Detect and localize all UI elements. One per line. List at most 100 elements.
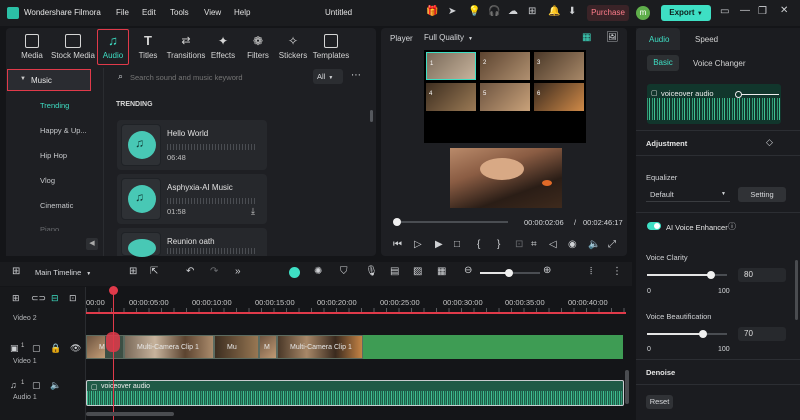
track-card[interactable]: ♫ Asphyxia-AI Music 01:58 ⤓ bbox=[117, 174, 267, 224]
export-button[interactable]: Export ▼ bbox=[661, 5, 711, 21]
search-input[interactable] bbox=[130, 70, 306, 84]
subtab-voice-changer[interactable]: Voice Changer bbox=[693, 59, 745, 68]
subcategory-vlog[interactable]: Vlog bbox=[40, 176, 55, 185]
bell-icon[interactable]: 🔔 bbox=[548, 6, 560, 17]
subtitle-icon[interactable]: ▤ bbox=[390, 266, 399, 277]
voice-beautification-knob[interactable] bbox=[699, 330, 707, 338]
menu-tools[interactable]: Tools bbox=[170, 8, 189, 17]
mark-out-icon[interactable]: } bbox=[497, 239, 500, 250]
restore-icon[interactable]: ❐ bbox=[758, 6, 767, 17]
video-track-icon[interactable]: ▣ bbox=[10, 343, 19, 354]
forward-icon[interactable]: » bbox=[235, 266, 241, 277]
select-icon[interactable]: ⇱ bbox=[150, 266, 158, 277]
quality-dropdown[interactable]: Full Quality ▼ bbox=[424, 33, 473, 42]
tool-titles[interactable]: T Titles bbox=[127, 34, 169, 61]
voice-clarity-knob[interactable] bbox=[707, 271, 715, 279]
tool-stock-media[interactable]: Stock Media bbox=[50, 34, 96, 60]
panel-layout-icon[interactable]: ▭ bbox=[720, 6, 729, 17]
playhead-knob[interactable] bbox=[393, 218, 401, 226]
video-clip[interactable]: Multi-Camera Clip 1 bbox=[124, 335, 214, 359]
stop-icon[interactable]: □ bbox=[454, 239, 460, 250]
ai-toggle-icon[interactable] bbox=[289, 267, 300, 278]
download-icon[interactable]: ⬇ bbox=[568, 6, 576, 17]
tool-templates[interactable]: Templates bbox=[309, 34, 353, 60]
undo-icon[interactable]: ↶ bbox=[186, 266, 194, 277]
horizontal-scrollbar[interactable] bbox=[86, 412, 174, 416]
link-icon[interactable]: ⊂⊃ bbox=[31, 293, 46, 304]
equalizer-setting-button[interactable]: Setting bbox=[738, 187, 786, 202]
mute-icon[interactable]: 🔈 bbox=[50, 380, 61, 391]
camera-thumb[interactable]: 5 bbox=[480, 83, 530, 111]
expand-icon[interactable]: ⤢ bbox=[608, 239, 616, 250]
tool-audio[interactable]: ♫ Audio bbox=[97, 29, 129, 65]
voice-beautification-input[interactable]: 70 bbox=[738, 327, 786, 341]
folder-icon[interactable]: ▢ bbox=[32, 380, 41, 391]
play-forward-icon[interactable]: ▶ bbox=[435, 239, 443, 250]
vertical-scrollbar[interactable] bbox=[625, 370, 629, 404]
playhead-line[interactable] bbox=[113, 287, 114, 420]
camera-thumb[interactable]: 1 bbox=[426, 52, 476, 80]
timeline-grid-icon[interactable]: ⊞ bbox=[12, 266, 20, 277]
step-back-icon[interactable]: ⏮ bbox=[393, 239, 402, 250]
ripple-icon[interactable]: ⊡ bbox=[69, 293, 77, 304]
zoom-out-icon[interactable]: ⊖ bbox=[464, 265, 472, 276]
microphone-icon[interactable]: 🎙 bbox=[365, 266, 378, 277]
redo-icon[interactable]: ↷ bbox=[210, 266, 218, 277]
photo-icon[interactable]: 🖼 bbox=[606, 32, 619, 43]
camera-thumb[interactable]: 3 bbox=[534, 52, 584, 80]
cloud-upload-icon[interactable]: ☁ bbox=[508, 6, 518, 17]
zoom-in-icon[interactable]: ⊕ bbox=[543, 265, 551, 276]
volume-icon[interactable]: 🔈 bbox=[588, 239, 600, 250]
subtab-basic[interactable]: Basic bbox=[647, 55, 679, 71]
display-icon[interactable]: ⊡ bbox=[515, 239, 523, 250]
subcategory-trending[interactable]: Trending bbox=[40, 101, 69, 110]
voice-clarity-input[interactable]: 80 bbox=[738, 268, 786, 282]
camera-thumb[interactable]: 2 bbox=[480, 52, 530, 80]
more-options-icon[interactable]: ⋯ bbox=[351, 70, 361, 81]
zoom-knob[interactable] bbox=[505, 269, 513, 277]
film-icon[interactable]: ▦ bbox=[437, 266, 446, 277]
lock-icon[interactable]: 🔒 bbox=[50, 343, 61, 354]
fullscreen-icon[interactable]: ⌗ bbox=[531, 239, 537, 250]
eye-icon[interactable]: 👁 bbox=[70, 343, 81, 354]
group-icon[interactable]: ⊞ bbox=[129, 266, 137, 277]
columns-icon[interactable]: ⦙ bbox=[590, 266, 592, 277]
tool-stickers[interactable]: ✧ Stickers bbox=[272, 34, 314, 60]
headset-icon[interactable]: 🎧 bbox=[488, 6, 500, 17]
gift-icon[interactable]: 🎁 bbox=[426, 6, 438, 17]
playback-progress-track[interactable] bbox=[396, 221, 508, 223]
folder-icon[interactable]: ▢ bbox=[32, 343, 41, 354]
lightbulb-icon[interactable]: 💡 bbox=[468, 6, 480, 17]
image-icon[interactable]: ▨ bbox=[413, 266, 422, 277]
tool-media[interactable]: Media bbox=[11, 34, 53, 60]
audio-track-icon[interactable]: ♫ bbox=[10, 380, 17, 390]
subcategory-hiphop[interactable]: Hip Hop bbox=[40, 151, 67, 160]
video-clip[interactable]: Multi-Camera Clip 1 bbox=[277, 335, 363, 359]
playhead-marker[interactable] bbox=[106, 332, 120, 352]
reset-button[interactable]: Reset bbox=[646, 395, 673, 409]
play-icon[interactable]: ▷ bbox=[414, 239, 422, 250]
video-clip[interactable]: Mu bbox=[214, 335, 259, 359]
panel-scrollbar[interactable] bbox=[795, 260, 798, 320]
download-icon[interactable]: ⤓ bbox=[251, 206, 255, 217]
subcategory-piano[interactable]: Piano bbox=[40, 225, 59, 231]
minimize-icon[interactable]: — bbox=[740, 5, 750, 16]
equalizer-dropdown[interactable]: Default ▼ bbox=[646, 187, 730, 202]
camera-thumb[interactable]: 6 bbox=[534, 83, 584, 111]
filter-dropdown[interactable]: All ▼ bbox=[313, 69, 343, 84]
snapshot-icon[interactable]: ◉ bbox=[568, 239, 577, 250]
speed-icon[interactable]: ✺ bbox=[314, 266, 322, 277]
send-icon[interactable]: ➤ bbox=[448, 6, 456, 17]
collapse-sidebar-button[interactable]: ◀ bbox=[86, 238, 98, 250]
video-clip[interactable]: M bbox=[259, 335, 277, 359]
grid-icon[interactable]: ⊞ bbox=[528, 6, 536, 17]
track-card[interactable]: Reunion oath bbox=[117, 228, 267, 257]
speaker-icon[interactable]: ◁ bbox=[549, 239, 557, 250]
menu-file[interactable]: File bbox=[116, 8, 129, 17]
timeline-selector[interactable]: Main Timeline ▼ bbox=[35, 268, 91, 277]
shield-icon[interactable]: ⛉ bbox=[340, 266, 348, 277]
library-scrollbar[interactable] bbox=[370, 110, 373, 122]
audio-clip[interactable]: ▢ voiceover audio bbox=[86, 380, 624, 406]
track-card[interactable]: ♫ Hello World 06:48 bbox=[117, 120, 267, 170]
subcategory-happy[interactable]: Happy & Up... bbox=[40, 126, 87, 135]
